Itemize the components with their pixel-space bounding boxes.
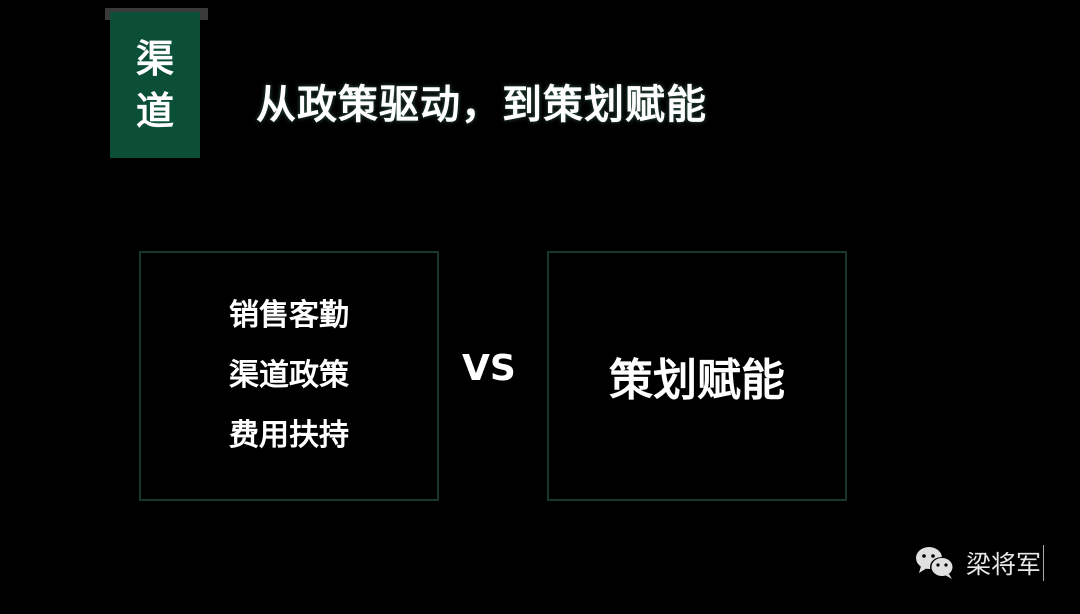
watermark-name: 梁将军 [966, 545, 1045, 581]
section-tag-char: 渠 [135, 37, 174, 81]
section-tag: 渠 道 [110, 12, 200, 158]
right-box-label: 策划赋能 [609, 355, 785, 406]
section-tag-char: 道 [135, 89, 174, 133]
left-box: 销售客勤 渠道政策 费用扶持 [139, 251, 439, 501]
left-box-item: 销售客勤 [229, 298, 349, 333]
watermark: 梁将军 [914, 545, 1045, 581]
wechat-icon [916, 547, 954, 579]
left-box-item: 渠道政策 [229, 358, 349, 393]
vs-label: VS [462, 348, 516, 389]
right-box: 策划赋能 [547, 251, 847, 501]
left-box-item: 费用扶持 [229, 418, 349, 453]
slide-title: 从政策驱动，到策划赋能 [256, 82, 707, 128]
